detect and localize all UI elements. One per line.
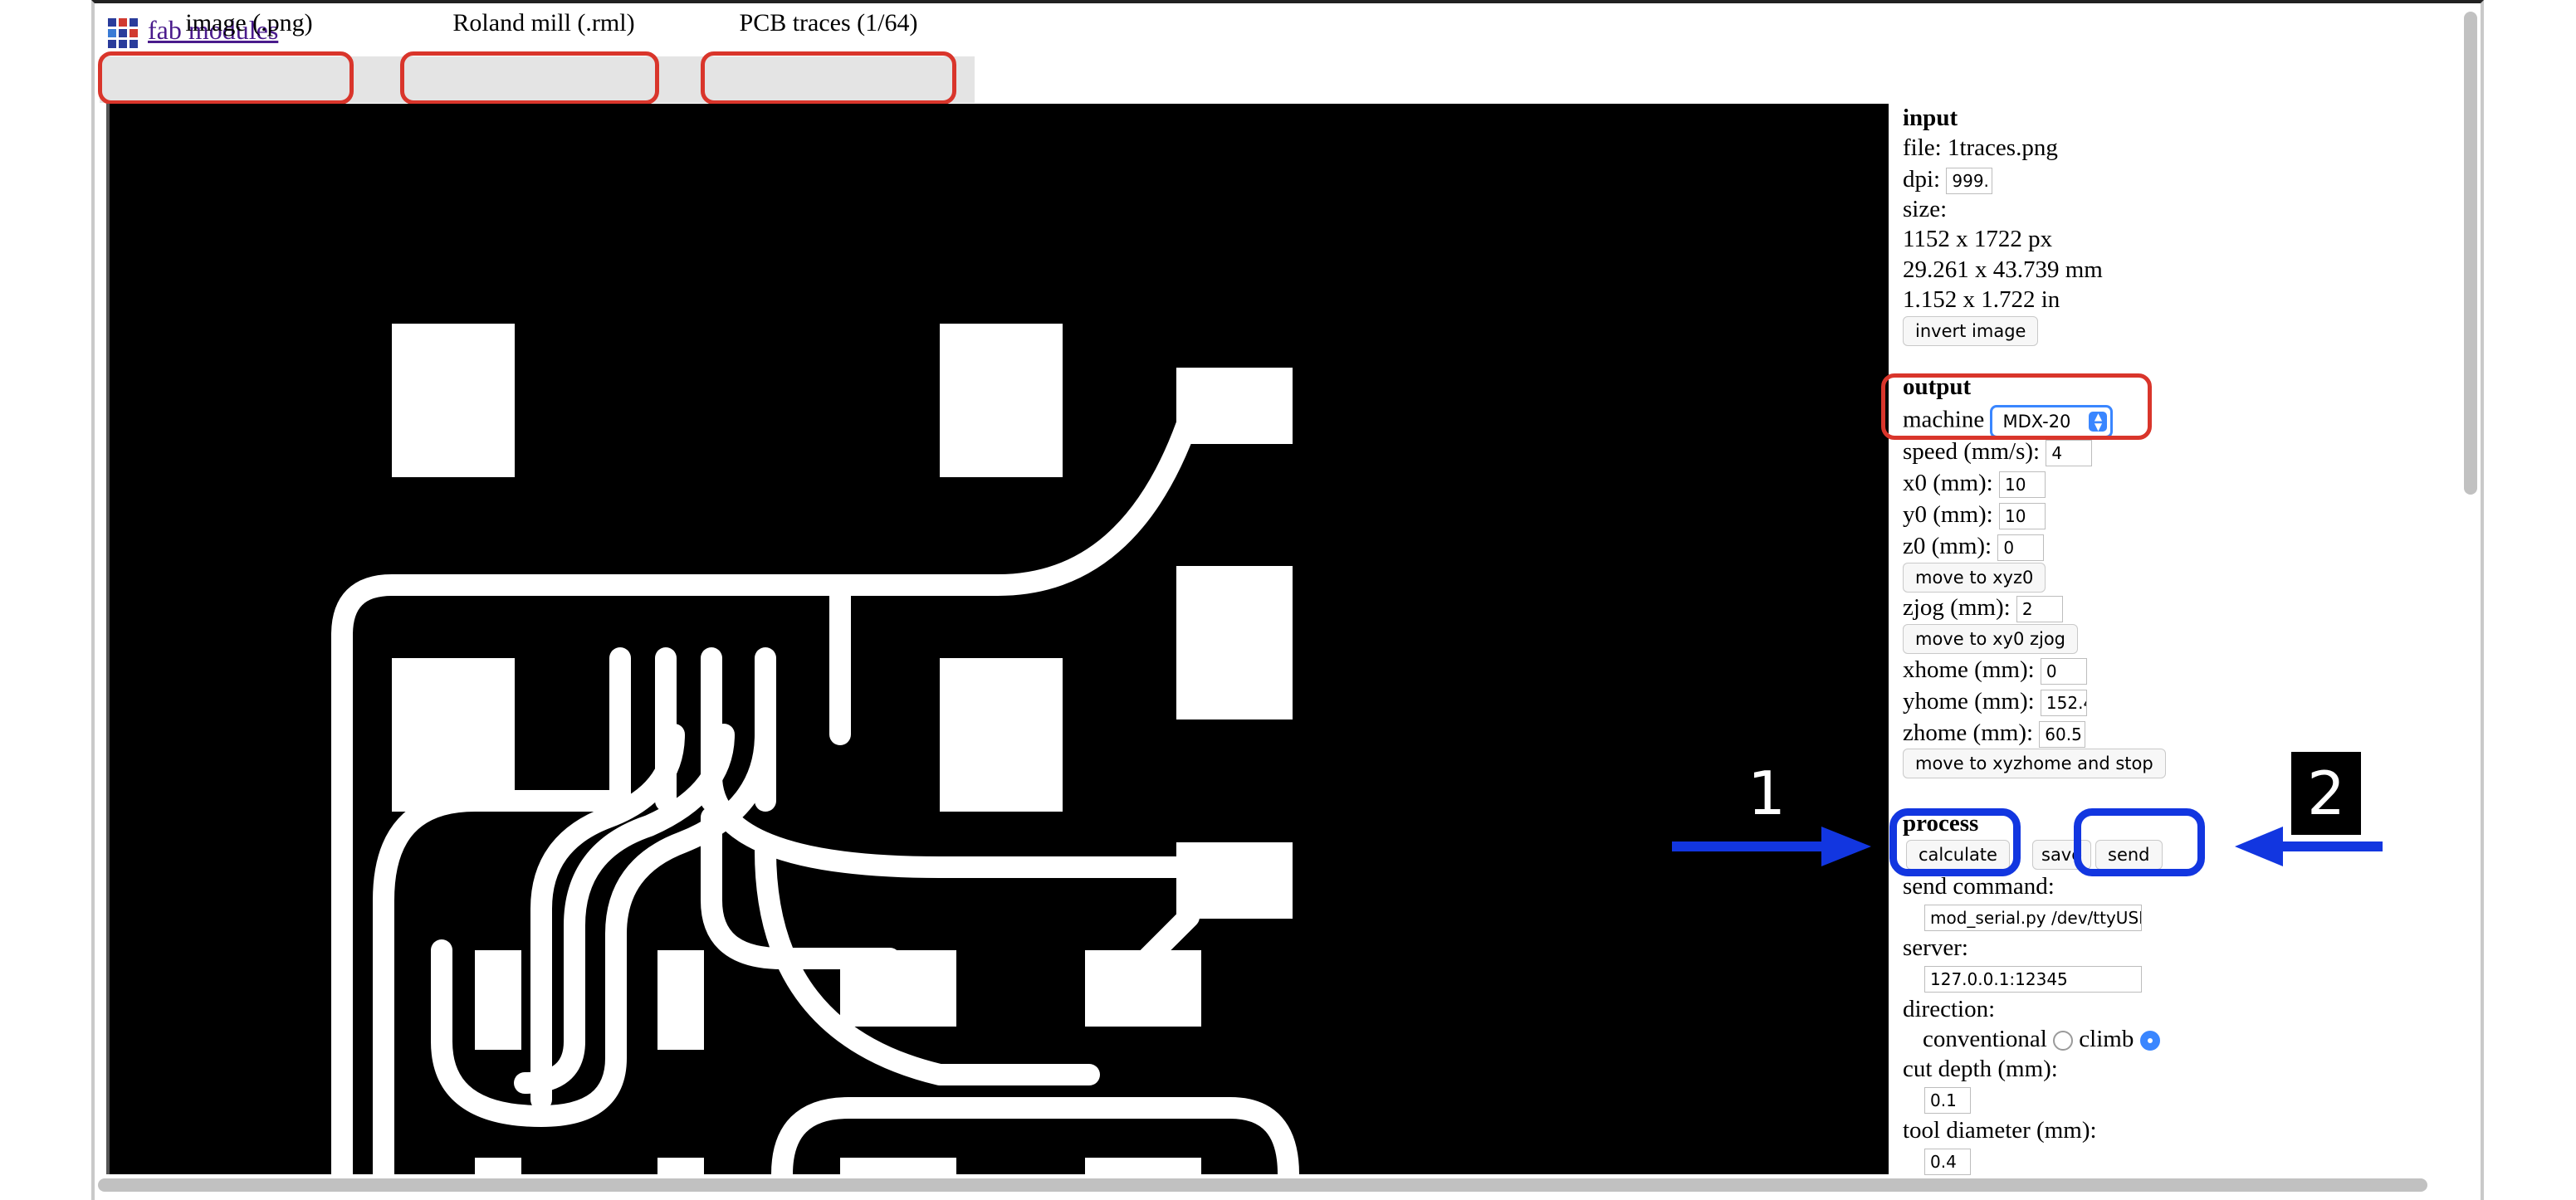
cut-depth-label: cut depth (mm): [1903, 1056, 2058, 1082]
calculate-highlight [1889, 808, 2021, 876]
vertical-scrollbar[interactable] [2464, 12, 2477, 495]
size-label: size: [1903, 196, 1948, 222]
zjog-field[interactable]: 2 [2016, 596, 2063, 623]
output-machine-highlight [1881, 373, 2152, 440]
size-mm: 29.261 x 43.739 mm [1903, 256, 2103, 283]
tab-image-png[interactable]: image (.png) [108, 0, 390, 46]
speed-field[interactable]: 4 [2046, 440, 2093, 467]
x0-field[interactable]: 10 [1999, 471, 2046, 499]
yhome-label: yhome (mm): [1903, 688, 2035, 715]
tab-pcb-traces[interactable]: PCB traces (1/64) [704, 0, 953, 46]
tool-diameter-field[interactable]: 0.4 [1924, 1149, 1971, 1176]
climb-label: climb [2079, 1026, 2134, 1052]
move-to-xyz0-button[interactable]: move to xyz0 [1903, 563, 2046, 593]
input-file: file: 1traces.png [1903, 134, 2058, 161]
input-header: input [1903, 105, 1958, 131]
size-in: 1.152 x 1.722 in [1903, 286, 2060, 313]
y0-label: y0 (mm): [1903, 501, 1993, 528]
tool-diameter-label: tool diameter (mm): [1903, 1117, 2097, 1144]
zhome-field[interactable]: 60.5 [2039, 721, 2086, 749]
x0-label: x0 (mm): [1903, 470, 1993, 496]
xhome-label: xhome (mm): [1903, 656, 2035, 683]
zhome-label: zhome (mm): [1903, 720, 2034, 746]
z0-field[interactable]: 0 [1997, 534, 2045, 562]
yhome-field[interactable]: 152.4 [2040, 690, 2087, 717]
size-px: 1152 x 1722 px [1903, 226, 2053, 252]
tab-pcb-highlight [701, 51, 956, 105]
horizontal-scrollbar[interactable] [98, 1178, 2427, 1192]
conventional-label: conventional [1923, 1026, 2047, 1052]
pcb-traces-preview[interactable] [106, 104, 1889, 1174]
direction-label: direction: [1903, 996, 1996, 1022]
send-command-label: send command: [1903, 873, 2055, 900]
send-command-field[interactable]: mod_serial.py /dev/ttyUSB0 [1924, 905, 2142, 932]
tab-roland-mill[interactable]: Roland mill (.rml) [403, 0, 684, 46]
conventional-radio[interactable] [2053, 1031, 2074, 1051]
speed-label: speed (mm/s): [1903, 438, 2041, 465]
dpi-field[interactable]: 999. [1946, 168, 1993, 195]
y0-field[interactable]: 10 [1999, 503, 2046, 530]
z0-label: z0 (mm): [1903, 533, 1992, 559]
move-to-xy0-zjog-button[interactable]: move to xy0 zjog [1903, 624, 2079, 654]
zjog-label: zjog (mm): [1903, 594, 2011, 621]
arrow-left-icon [2235, 827, 2383, 866]
climb-radio[interactable] [2139, 1031, 2160, 1051]
tab-image-highlight [98, 51, 354, 105]
dpi-label: dpi: [1903, 166, 1941, 193]
move-to-xyzhome-button[interactable]: move to xyzhome and stop [1903, 749, 2166, 778]
server-label: server: [1903, 934, 1968, 961]
cut-depth-field[interactable]: 0.1 [1924, 1087, 1971, 1115]
server-field[interactable]: 127.0.0.1:12345 [1924, 966, 2142, 993]
send-highlight [2074, 808, 2205, 876]
tab-roland-highlight [400, 51, 659, 105]
invert-image-button[interactable]: invert image [1903, 316, 2039, 346]
xhome-field[interactable]: 0 [2040, 658, 2087, 685]
pcb-traces-image [331, 324, 1299, 1174]
arrow-right-icon [1672, 827, 1871, 866]
